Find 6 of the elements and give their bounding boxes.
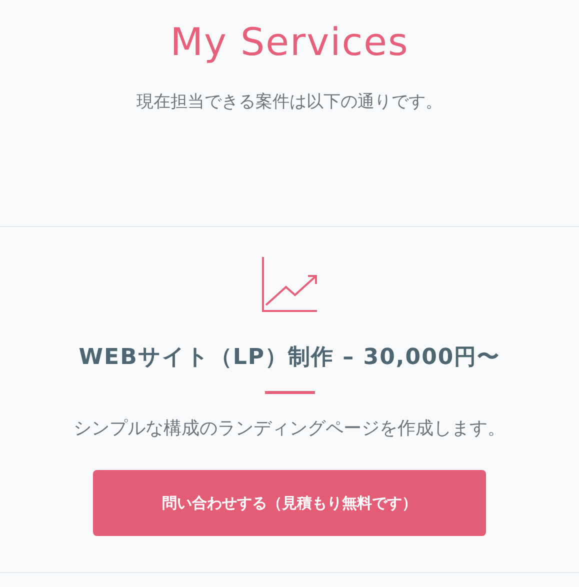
section-subtitle: 現在担当できる案件は以下の通りです。	[136, 91, 444, 113]
section-title: My Services	[169, 19, 410, 66]
contact-button[interactable]: 問い合わせする（見積もり無料です）	[93, 470, 486, 536]
growth-chart-icon	[262, 257, 318, 313]
service-description: シンプルな構成のランディングページを作成します。	[72, 417, 506, 440]
service-title: WEBサイト（LP）制作 – 30,000円〜	[78, 344, 502, 372]
